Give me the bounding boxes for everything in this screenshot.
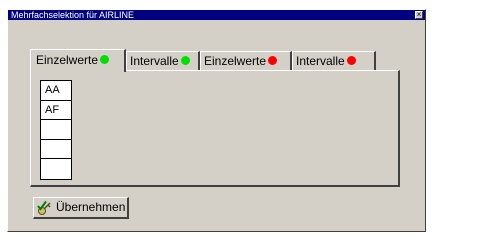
tab-label: Intervalle	[130, 54, 179, 68]
title-bar[interactable]: Mehrfachselektion für AIRLINE ×	[8, 10, 425, 20]
tab-einzelwerte-exclude[interactable]: Einzelwerte	[200, 51, 292, 71]
tab-label: Einzelwerte	[36, 53, 99, 67]
tab-panel	[30, 70, 400, 187]
tab-label: Einzelwerte	[204, 54, 267, 68]
tab-intervalle-exclude[interactable]: Intervalle	[292, 51, 376, 71]
check-key-icon	[37, 200, 51, 215]
close-button[interactable]: ×	[415, 11, 423, 19]
values-list[interactable]: AA AF	[40, 80, 72, 180]
list-item[interactable]: AF	[41, 101, 71, 121]
list-item[interactable]	[41, 159, 71, 179]
window-title: Mehrfachselektion für AIRLINE	[11, 10, 135, 20]
tab-label: Intervalle	[296, 54, 345, 68]
tab-intervalle-include[interactable]: Intervalle	[126, 51, 200, 71]
list-item[interactable]	[41, 140, 71, 160]
list-item[interactable]: AA	[41, 81, 71, 101]
green-status-icon	[180, 56, 190, 66]
red-status-icon	[268, 56, 278, 66]
green-status-icon	[100, 55, 110, 65]
red-status-icon	[346, 56, 356, 66]
tab-einzelwerte-include[interactable]: Einzelwerte	[30, 49, 126, 72]
apply-button[interactable]: Übernehmen	[33, 197, 129, 219]
apply-button-label: Übernehmen	[56, 200, 126, 214]
list-item[interactable]	[41, 120, 71, 140]
